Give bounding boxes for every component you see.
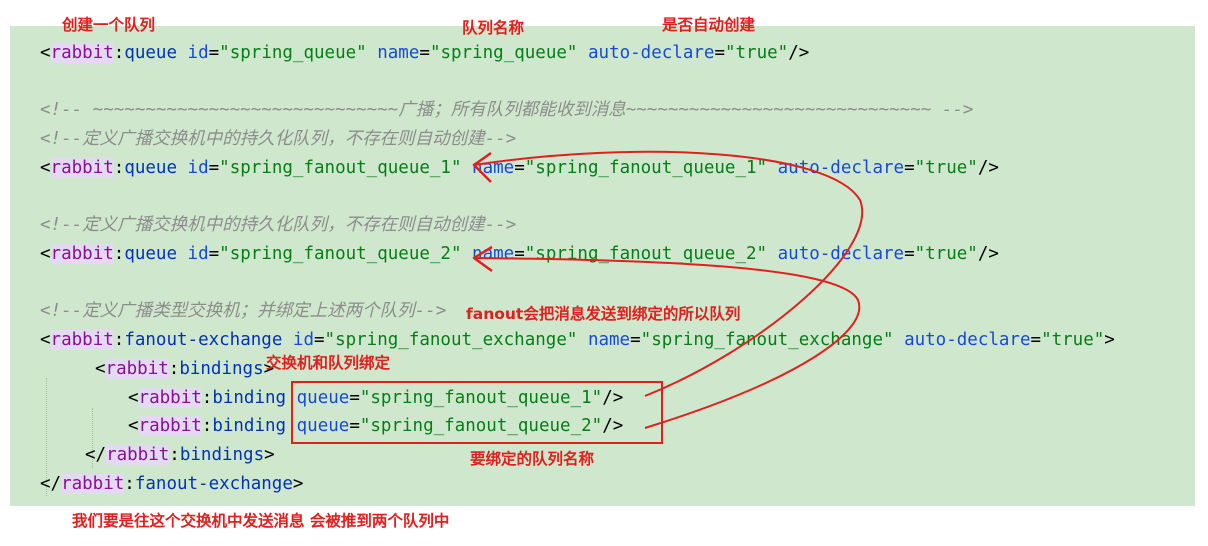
durable-queue-comment-line: <!--定义广播交换机中的持久化队列，不存在则自动创建--> (40, 215, 517, 235)
attribute-value: "spring_fanout_exchange" (640, 330, 894, 350)
attribute-value: "true" (724, 43, 789, 63)
xml-editor[interactable]: <rabbit:queue id="spring_queue" name="sp… (10, 26, 1195, 506)
attribute-name: name (472, 244, 515, 264)
fanout-exchange-close-line: </rabbit:fanout-exchange> (40, 474, 304, 494)
attribute-value: "spring_queue" (219, 43, 367, 63)
attribute-name: auto-declare (904, 330, 1031, 350)
broadcast-comment-line: <!-- ~~~~~~~~~~~~~~~~~~~~~~~~~~~~~广播；所有队… (40, 100, 974, 120)
attribute-name: queue (296, 416, 350, 436)
binding-2-line: <rabbit:binding queue="spring_fanout_que… (128, 416, 624, 436)
annotation-queue-name: 队列名称 (462, 19, 525, 37)
bindings-open-line: <rabbit:bindings> (95, 359, 275, 379)
attribute-value: "true" (914, 244, 978, 264)
durable-queue-comment-line: <!--定义广播交换机中的持久化队列，不存在则自动创建--> (40, 129, 517, 149)
exchange-comment-line: <!--定义广播类型交换机；并绑定上述两个队列--> (40, 301, 447, 321)
attribute-name: id (292, 330, 314, 350)
attribute-name: id (187, 158, 209, 178)
attribute-value: "spring_fanout_queue_1" (219, 158, 462, 178)
namespace-prefix: rabbit (50, 244, 114, 264)
attribute-name: auto-declare (777, 244, 905, 264)
attribute-value: "spring_fanout_queue_2" (219, 244, 462, 264)
fanout-exchange-line: <rabbit:fanout-exchange id="spring_fanou… (40, 330, 1115, 350)
binding-1-line: <rabbit:binding queue="spring_fanout_que… (128, 388, 624, 408)
tag-name: queue (124, 158, 177, 178)
tag-name: queue (124, 244, 177, 264)
attribute-value: "spring_fanout_queue_2" (524, 244, 768, 264)
annotation-bind-exchange-queue: 交换机和队列绑定 (266, 354, 391, 372)
namespace-prefix: rabbit (50, 158, 114, 178)
annotation-auto-create: 是否自动创建 (662, 16, 756, 34)
tag-name: binding (212, 388, 287, 408)
fanout-queue-1-line: <rabbit:queue id="spring_fanout_queue_1"… (40, 158, 999, 178)
attribute-name: name (472, 158, 515, 178)
annotation-bottom-note: 我们要是往这个交换机中发送消息 会被推到两个队列中 (72, 512, 450, 530)
tag-name: binding (212, 416, 287, 436)
attribute-value: "true" (914, 158, 978, 178)
attribute-name: queue (296, 388, 350, 408)
fanout-queue-2-line: <rabbit:queue id="spring_fanout_queue_2"… (40, 244, 999, 264)
attribute-value: "spring_fanout_queue_1" (359, 388, 603, 408)
attribute-value: "spring_fanout_queue_1" (524, 158, 768, 178)
attribute-name: auto-declare (777, 158, 905, 178)
annotation-bound-queue-names: 要绑定的队列名称 (470, 450, 595, 468)
annotation-create-queue: 创建一个队列 (62, 16, 156, 34)
attribute-name: auto-declare (588, 43, 715, 63)
attribute-value: "true" (1041, 330, 1105, 350)
namespace-prefix: rabbit (105, 359, 169, 379)
attribute-value: "spring_fanout_queue_2" (359, 416, 603, 436)
attribute-name: id (187, 43, 209, 63)
namespace-prefix: rabbit (106, 445, 170, 465)
namespace-prefix: rabbit (61, 474, 125, 494)
attribute-name: id (187, 244, 209, 264)
tag-name: bindings (179, 445, 265, 465)
annotation-fanout-send: fanout会把消息发送到绑定的所以队列 (466, 305, 741, 323)
attribute-name: name (377, 43, 420, 63)
tag-name: fanout-exchange (134, 474, 293, 494)
attribute-value: "spring_queue" (429, 43, 578, 63)
namespace-prefix: rabbit (138, 388, 202, 408)
namespace-prefix: rabbit (50, 43, 114, 63)
queue-element-line: <rabbit:queue id="spring_queue" name="sp… (40, 43, 810, 63)
namespace-prefix: rabbit (138, 416, 202, 436)
attribute-name: name (587, 330, 631, 350)
tag-name: bindings (179, 359, 264, 379)
tag-name: fanout-exchange (124, 330, 283, 350)
attribute-value: "spring_fanout_exchange" (324, 330, 578, 350)
bindings-close-line: </rabbit:bindings> (85, 445, 275, 465)
namespace-prefix: rabbit (50, 330, 114, 350)
tag-name: queue (124, 43, 177, 63)
